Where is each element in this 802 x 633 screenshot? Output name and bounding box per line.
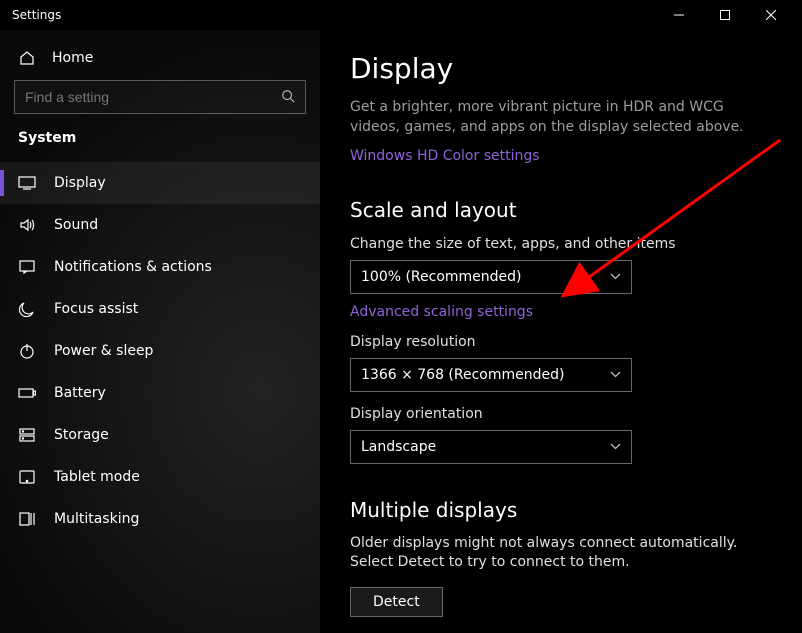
- focus-assist-icon: [18, 301, 36, 317]
- sidebar-item-label: Battery: [54, 385, 106, 401]
- sidebar-item-label: Power & sleep: [54, 343, 153, 359]
- sidebar-item-label: Notifications & actions: [54, 259, 212, 275]
- sidebar-item-tablet-mode[interactable]: Tablet mode: [0, 456, 320, 498]
- sidebar-item-power-sleep[interactable]: Power & sleep: [0, 330, 320, 372]
- search-input[interactable]: [25, 89, 281, 105]
- sidebar-item-label: Display: [54, 175, 106, 191]
- sidebar-item-battery[interactable]: Battery: [0, 372, 320, 414]
- scale-dropdown[interactable]: 100% (Recommended): [350, 260, 632, 294]
- minimize-button[interactable]: [656, 0, 702, 30]
- resolution-dropdown-value: 1366 × 768 (Recommended): [361, 367, 564, 383]
- chevron-down-icon: [610, 440, 621, 453]
- sidebar: Home System Display: [0, 30, 320, 633]
- multiple-displays-desc: Older displays might not always connect …: [350, 534, 772, 573]
- chevron-down-icon: [610, 368, 621, 381]
- orientation-dropdown-value: Landscape: [361, 439, 436, 455]
- chevron-down-icon: [610, 270, 621, 283]
- notifications-icon: [18, 259, 36, 275]
- power-icon: [18, 343, 36, 359]
- window-title: Settings: [12, 8, 61, 22]
- home-icon: [18, 50, 36, 66]
- search-input-wrap[interactable]: [14, 80, 306, 114]
- scale-dropdown-value: 100% (Recommended): [361, 269, 522, 285]
- display-icon: [18, 176, 36, 190]
- titlebar: Settings: [0, 0, 802, 30]
- sidebar-item-label: Sound: [54, 217, 98, 233]
- sidebar-item-display[interactable]: Display: [0, 162, 320, 204]
- battery-icon: [18, 387, 36, 399]
- content-pane: Display Get a brighter, more vibrant pic…: [320, 30, 802, 633]
- sidebar-item-sound[interactable]: Sound: [0, 204, 320, 246]
- detect-button-label: Detect: [373, 594, 420, 610]
- orientation-dropdown[interactable]: Landscape: [350, 430, 632, 464]
- sound-icon: [18, 217, 36, 233]
- hdr-description: Get a brighter, more vibrant picture in …: [350, 97, 772, 138]
- orientation-label: Display orientation: [350, 406, 772, 422]
- sidebar-item-label: Tablet mode: [54, 469, 140, 485]
- detect-button[interactable]: Detect: [350, 587, 443, 617]
- multitasking-icon: [18, 512, 36, 526]
- sidebar-item-label: Focus assist: [54, 301, 138, 317]
- tablet-icon: [18, 470, 36, 484]
- home-nav[interactable]: Home: [0, 40, 320, 76]
- multiple-displays-heading: Multiple displays: [350, 498, 772, 522]
- sidebar-item-multitasking[interactable]: Multitasking: [0, 498, 320, 540]
- maximize-button[interactable]: [702, 0, 748, 30]
- scale-label: Change the size of text, apps, and other…: [350, 236, 772, 252]
- advanced-scaling-link[interactable]: Advanced scaling settings: [350, 304, 533, 320]
- sidebar-item-storage[interactable]: Storage: [0, 414, 320, 456]
- resolution-dropdown[interactable]: 1366 × 768 (Recommended): [350, 358, 632, 392]
- sidebar-item-focus-assist[interactable]: Focus assist: [0, 288, 320, 330]
- resolution-label: Display resolution: [350, 334, 772, 350]
- storage-icon: [18, 428, 36, 442]
- scale-layout-heading: Scale and layout: [350, 198, 772, 222]
- home-label: Home: [52, 50, 93, 66]
- category-label: System: [0, 124, 320, 154]
- sidebar-item-label: Multitasking: [54, 511, 139, 527]
- sidebar-item-notifications[interactable]: Notifications & actions: [0, 246, 320, 288]
- search-icon: [281, 88, 295, 107]
- sidebar-item-label: Storage: [54, 427, 109, 443]
- hd-color-settings-link[interactable]: Windows HD Color settings: [350, 148, 540, 164]
- close-button[interactable]: [748, 0, 794, 30]
- page-title: Display: [350, 52, 772, 85]
